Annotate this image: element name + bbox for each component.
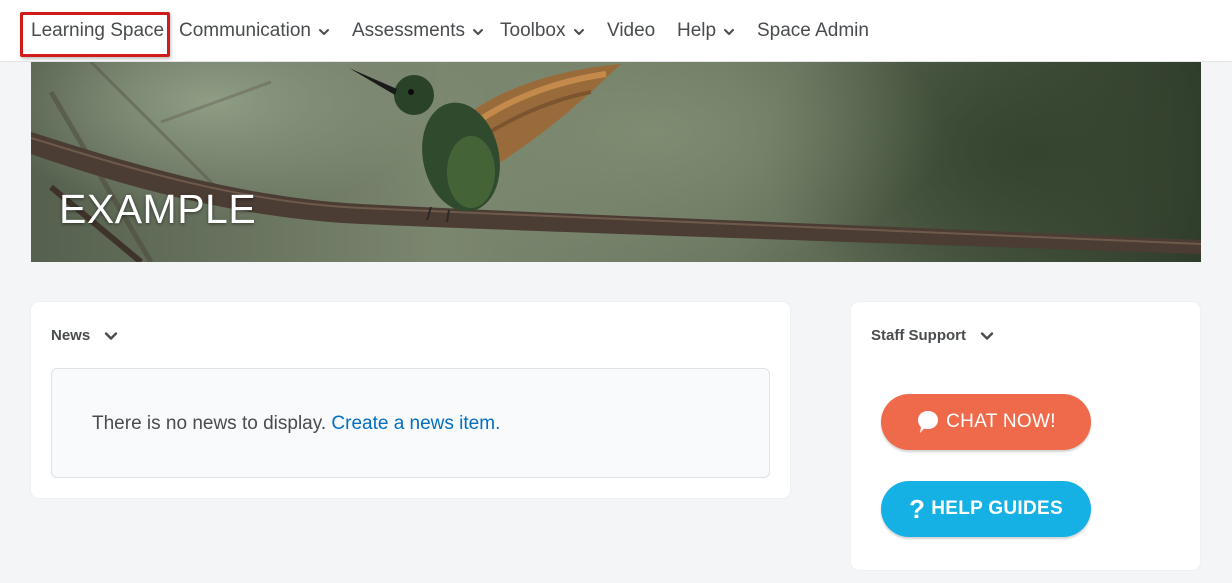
nav-label: Help: [677, 20, 717, 41]
chat-now-label: CHAT NOW!: [946, 411, 1056, 432]
nav-label: Toolbox: [500, 20, 566, 41]
nav-item-toolbox[interactable]: Toolbox: [500, 0, 585, 62]
chat-now-button[interactable]: CHAT NOW!: [881, 394, 1091, 450]
hero-title: EXAMPLE: [59, 186, 257, 232]
nav-item-space-admin[interactable]: Space Admin: [757, 0, 869, 62]
chevron-down-icon[interactable]: [104, 329, 118, 343]
staff-support-header[interactable]: Staff Support: [871, 327, 994, 344]
staff-support-title: Staff Support: [871, 327, 966, 344]
nav-item-communication[interactable]: Communication: [179, 0, 330, 62]
nav-label: Communication: [179, 20, 311, 41]
chevron-down-icon: [472, 29, 483, 35]
chevron-down-icon: [724, 29, 735, 35]
chevron-down-icon: [319, 29, 329, 35]
create-news-link[interactable]: Create a news item.: [331, 413, 500, 434]
nav-label: Space Admin: [757, 20, 869, 41]
nav-item-learning-space[interactable]: Learning Space: [31, 0, 164, 62]
nav-item-assessments[interactable]: Assessments: [352, 0, 484, 62]
chevron-down-icon: [573, 29, 584, 35]
news-header[interactable]: News: [51, 327, 118, 344]
news-empty-panel: There is no news to display. Create a ne…: [51, 368, 770, 478]
help-guides-button[interactable]: ? HELP GUIDES: [881, 481, 1091, 537]
help-guides-label: HELP GUIDES: [931, 498, 1063, 519]
staff-support-widget: Staff Support CHAT NOW! ? HELP GUIDES: [851, 302, 1200, 570]
nav-item-help[interactable]: Help: [677, 0, 735, 62]
news-title: News: [51, 327, 91, 344]
news-empty-label: There is no news to display.: [92, 413, 327, 434]
question-mark-icon: ?: [909, 494, 926, 524]
chevron-down-icon[interactable]: [980, 329, 994, 343]
nav-label: Video: [607, 20, 656, 41]
top-navbar: Learning Space Communication Assessments…: [0, 0, 1232, 62]
hero-banner: EXAMPLE: [31, 62, 1201, 262]
nav-label: Learning Space: [31, 20, 165, 41]
nav-item-video[interactable]: Video: [607, 0, 655, 62]
speech-bubble-icon: [916, 409, 940, 435]
nav-label: Assessments: [352, 20, 465, 41]
news-widget: News There is no news to display. Create…: [31, 302, 790, 498]
news-empty-message: There is no news to display. Create a ne…: [92, 413, 500, 435]
